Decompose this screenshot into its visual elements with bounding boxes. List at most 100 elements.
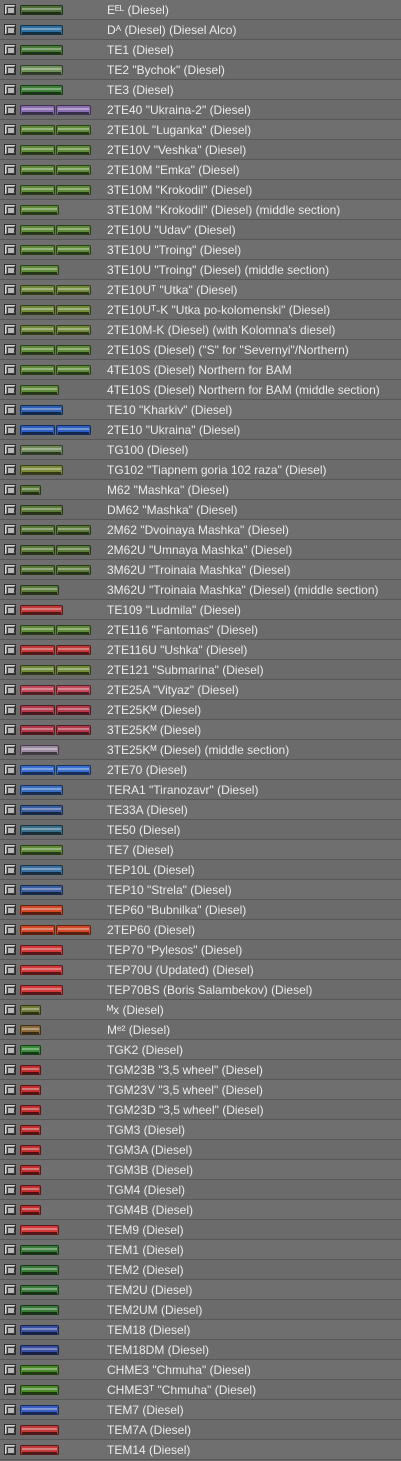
list-item[interactable]: TGM23D "3,5 wheel" (Diesel) <box>0 1100 401 1120</box>
list-item[interactable]: M62 "Mashka" (Diesel) <box>0 480 401 500</box>
row-checkbox-icon[interactable] <box>4 1264 16 1275</box>
row-checkbox-icon[interactable] <box>4 324 16 335</box>
row-checkbox-icon[interactable] <box>4 504 16 515</box>
list-item[interactable]: 2TE10M "Emka" (Diesel) <box>0 160 401 180</box>
list-item[interactable]: TGM4 (Diesel) <box>0 1180 401 1200</box>
row-checkbox-icon[interactable] <box>4 924 16 935</box>
list-item[interactable]: TE33A (Diesel) <box>0 800 401 820</box>
row-checkbox-icon[interactable] <box>4 824 16 835</box>
list-item[interactable]: 2TE10U "Udav" (Diesel) <box>0 220 401 240</box>
list-item[interactable]: TEM18 (Diesel) <box>0 1320 401 1340</box>
row-checkbox-icon[interactable] <box>4 984 16 995</box>
row-checkbox-icon[interactable] <box>4 1404 16 1415</box>
list-item[interactable]: 3TE10M "Krokodil" (Diesel) (middle secti… <box>0 200 401 220</box>
list-item[interactable]: ᴹx (Diesel) <box>0 1000 401 1020</box>
list-item[interactable]: TGM23B "3,5 wheel" (Diesel) <box>0 1060 401 1080</box>
row-checkbox-icon[interactable] <box>4 1384 16 1395</box>
row-checkbox-icon[interactable] <box>4 804 16 815</box>
row-checkbox-icon[interactable] <box>4 784 16 795</box>
row-checkbox-icon[interactable] <box>4 484 16 495</box>
row-checkbox-icon[interactable] <box>4 284 16 295</box>
list-item[interactable]: TGM3 (Diesel) <box>0 1120 401 1140</box>
row-checkbox-icon[interactable] <box>4 544 16 555</box>
list-item[interactable]: TG102 "Tiapnem goria 102 raza" (Diesel) <box>0 460 401 480</box>
list-item[interactable]: 2TE10Uᵀ-K "Utka po-kolomenski" (Diesel) <box>0 300 401 320</box>
row-checkbox-icon[interactable] <box>4 1284 16 1295</box>
list-item[interactable]: 2TEP60 (Diesel) <box>0 920 401 940</box>
row-checkbox-icon[interactable] <box>4 64 16 75</box>
list-item[interactable]: CHME3 "Chmuha" (Diesel) <box>0 1360 401 1380</box>
row-checkbox-icon[interactable] <box>4 144 16 155</box>
list-item[interactable]: TE50 (Diesel) <box>0 820 401 840</box>
row-checkbox-icon[interactable] <box>4 964 16 975</box>
row-checkbox-icon[interactable] <box>4 404 16 415</box>
list-item[interactable]: TGM23V "3,5 wheel" (Diesel) <box>0 1080 401 1100</box>
row-checkbox-icon[interactable] <box>4 904 16 915</box>
list-item[interactable]: 3M62U "Troinaia Mashka" (Diesel) <box>0 560 401 580</box>
list-item[interactable]: 2TE25A "Vityaz" (Diesel) <box>0 680 401 700</box>
list-item[interactable]: TG100 (Diesel) <box>0 440 401 460</box>
row-checkbox-icon[interactable] <box>4 684 16 695</box>
row-checkbox-icon[interactable] <box>4 1084 16 1095</box>
list-item[interactable]: TE3 (Diesel) <box>0 80 401 100</box>
list-item[interactable]: TEM7A (Diesel) <box>0 1420 401 1440</box>
list-item[interactable]: 2TE70 (Diesel) <box>0 760 401 780</box>
list-item[interactable]: 3M62U "Troinaia Mashka" (Diesel) (middle… <box>0 580 401 600</box>
row-checkbox-icon[interactable] <box>4 104 16 115</box>
row-checkbox-icon[interactable] <box>4 1104 16 1115</box>
list-item[interactable]: 2M62 "Dvoinaya Mashka" (Diesel) <box>0 520 401 540</box>
list-item[interactable]: TEP10L (Diesel) <box>0 860 401 880</box>
list-item[interactable]: TEM2 (Diesel) <box>0 1260 401 1280</box>
list-item[interactable]: TGM3B (Diesel) <box>0 1160 401 1180</box>
list-item[interactable]: 3TE10M "Krokodil" (Diesel) <box>0 180 401 200</box>
list-item[interactable]: 3TE25Kᴹ (Diesel) (middle section) <box>0 740 401 760</box>
row-checkbox-icon[interactable] <box>4 384 16 395</box>
list-item[interactable]: TE2 "Bychok" (Diesel) <box>0 60 401 80</box>
list-item[interactable]: 2TE10L "Luganka" (Diesel) <box>0 120 401 140</box>
row-checkbox-icon[interactable] <box>4 1224 16 1235</box>
list-item[interactable]: 2TE40 "Ukraina-2" (Diesel) <box>0 100 401 120</box>
row-checkbox-icon[interactable] <box>4 884 16 895</box>
list-item[interactable]: TGM4B (Diesel) <box>0 1200 401 1220</box>
list-item[interactable]: TEM18DM (Diesel) <box>0 1340 401 1360</box>
row-checkbox-icon[interactable] <box>4 864 16 875</box>
list-item[interactable]: TEP70 "Pylesos" (Diesel) <box>0 940 401 960</box>
row-checkbox-icon[interactable] <box>4 24 16 35</box>
list-item[interactable]: TE109 "Ludmila" (Diesel) <box>0 600 401 620</box>
list-item[interactable]: TGM3A (Diesel) <box>0 1140 401 1160</box>
row-checkbox-icon[interactable] <box>4 1244 16 1255</box>
row-checkbox-icon[interactable] <box>4 304 16 315</box>
list-item[interactable]: 4TE10S (Diesel) Northern for BAM (middle… <box>0 380 401 400</box>
row-checkbox-icon[interactable] <box>4 424 16 435</box>
list-item[interactable]: TERA1 "Tiranozavr" (Diesel) <box>0 780 401 800</box>
row-checkbox-icon[interactable] <box>4 444 16 455</box>
list-item[interactable]: TGK2 (Diesel) <box>0 1040 401 1060</box>
row-checkbox-icon[interactable] <box>4 1064 16 1075</box>
list-item[interactable]: TEM2U (Diesel) <box>0 1280 401 1300</box>
row-checkbox-icon[interactable] <box>4 704 16 715</box>
list-item[interactable]: 2TE10Uᵀ "Utka" (Diesel) <box>0 280 401 300</box>
row-checkbox-icon[interactable] <box>4 4 16 15</box>
list-item[interactable]: 2TE121 "Submarina" (Diesel) <box>0 660 401 680</box>
row-checkbox-icon[interactable] <box>4 624 16 635</box>
row-checkbox-icon[interactable] <box>4 1204 16 1215</box>
list-item[interactable]: TE1 (Diesel) <box>0 40 401 60</box>
row-checkbox-icon[interactable] <box>4 164 16 175</box>
list-item[interactable]: 3TE10U "Troing" (Diesel) (middle section… <box>0 260 401 280</box>
row-checkbox-icon[interactable] <box>4 1164 16 1175</box>
list-item[interactable]: Mᵉ² (Diesel) <box>0 1020 401 1040</box>
row-checkbox-icon[interactable] <box>4 44 16 55</box>
row-checkbox-icon[interactable] <box>4 564 16 575</box>
row-checkbox-icon[interactable] <box>4 584 16 595</box>
row-checkbox-icon[interactable] <box>4 1304 16 1315</box>
list-item[interactable]: 2M62U "Umnaya Mashka" (Diesel) <box>0 540 401 560</box>
row-checkbox-icon[interactable] <box>4 1144 16 1155</box>
list-item[interactable]: Eᴱᴸ (Diesel) <box>0 0 401 20</box>
list-item[interactable]: TEP60 "Bubnilka" (Diesel) <box>0 900 401 920</box>
row-checkbox-icon[interactable] <box>4 1324 16 1335</box>
row-checkbox-icon[interactable] <box>4 1004 16 1015</box>
list-item[interactable]: 3TE25Kᴹ (Diesel) <box>0 720 401 740</box>
list-item[interactable]: TE7 (Diesel) <box>0 840 401 860</box>
row-checkbox-icon[interactable] <box>4 344 16 355</box>
row-checkbox-icon[interactable] <box>4 1364 16 1375</box>
